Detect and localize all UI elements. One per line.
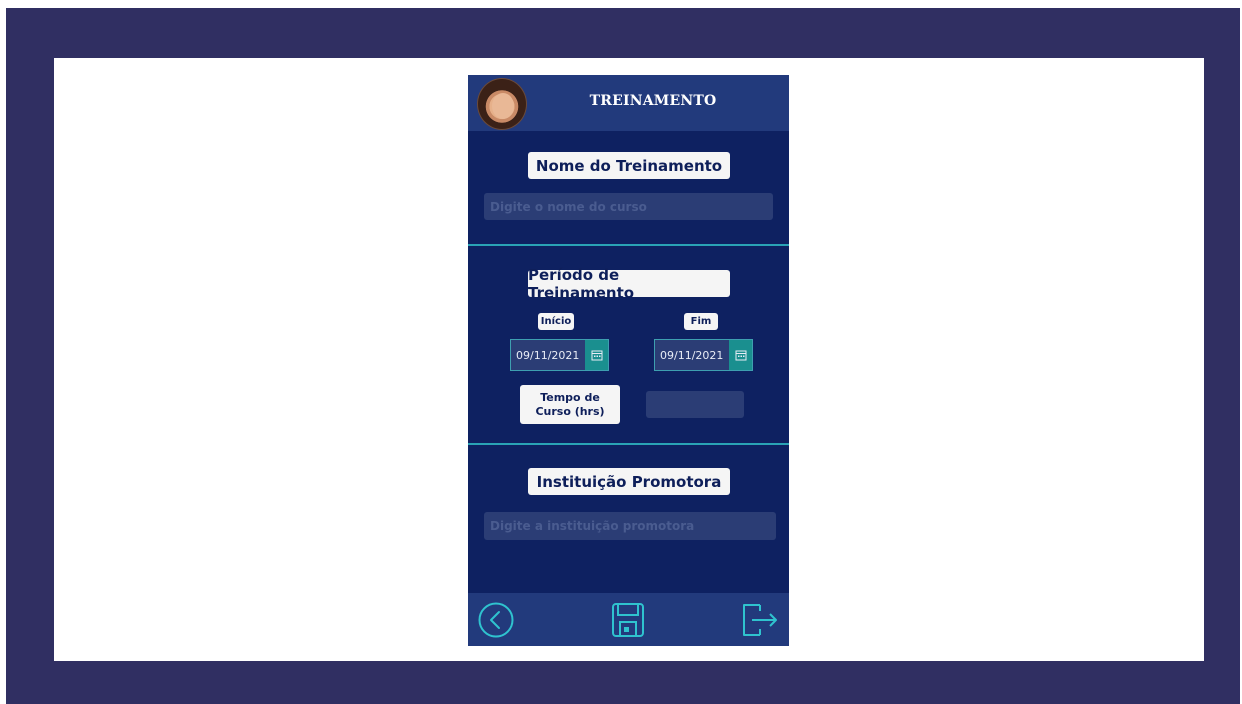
page-title: TREINAMENTO bbox=[589, 93, 717, 109]
start-date-value: 09/11/2021 bbox=[516, 348, 580, 362]
training-name-label: Nome do Treinamento bbox=[528, 152, 730, 179]
end-label: Fim bbox=[684, 313, 718, 330]
avatar[interactable] bbox=[477, 78, 527, 130]
divider bbox=[468, 443, 789, 445]
training-name-input[interactable]: Digite o nome do curso bbox=[484, 193, 773, 220]
avatar-face bbox=[492, 93, 514, 119]
start-label: Início bbox=[538, 313, 574, 330]
phone-screen: TREINAMENTO Nome do Treinamento Digite o… bbox=[468, 75, 789, 646]
calendar-icon[interactable] bbox=[729, 340, 752, 370]
save-floppy-icon[interactable] bbox=[610, 601, 646, 643]
training-period-label: Período de Treinamento bbox=[528, 266, 730, 302]
institution-label: Instituição Promotora bbox=[528, 468, 730, 495]
exit-icon[interactable] bbox=[740, 601, 780, 643]
back-circle-icon[interactable] bbox=[477, 601, 515, 643]
divider bbox=[468, 244, 789, 246]
course-hours-label-line1: Tempo de bbox=[540, 390, 600, 404]
course-hours-label-line2: Curso (hrs) bbox=[535, 404, 605, 418]
start-date-field[interactable]: 09/11/2021 bbox=[510, 339, 609, 371]
course-hours-input[interactable] bbox=[646, 391, 744, 418]
course-hours-label: Tempo de Curso (hrs) bbox=[520, 385, 620, 424]
end-date-field[interactable]: 09/11/2021 bbox=[654, 339, 753, 371]
bottom-bar bbox=[468, 593, 789, 646]
end-date-value: 09/11/2021 bbox=[660, 348, 724, 362]
institution-input[interactable]: Digite a instituição promotora bbox=[484, 512, 776, 540]
calendar-icon[interactable] bbox=[585, 340, 608, 370]
top-bar: TREINAMENTO bbox=[468, 75, 789, 131]
